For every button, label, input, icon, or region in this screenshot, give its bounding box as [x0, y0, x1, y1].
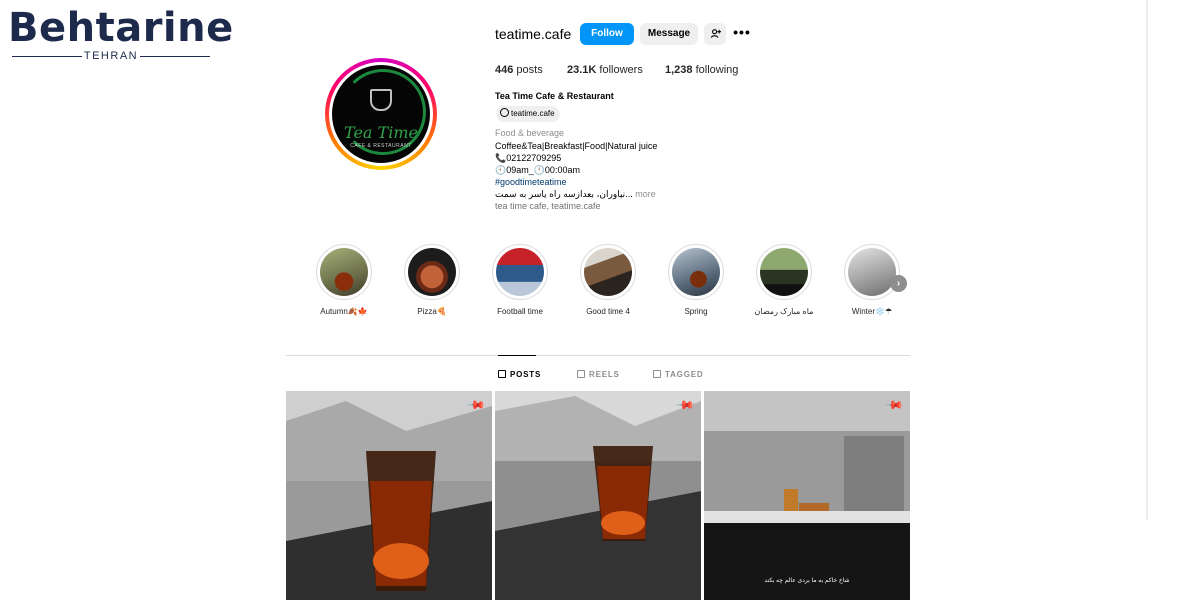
bio-phone: 📞02122709295	[495, 153, 562, 163]
logo-subtitle: TEHRAN	[12, 50, 210, 62]
followers-count: 23.1K	[567, 64, 597, 76]
tab-label: POSTS	[510, 370, 542, 379]
posts-count: 446	[495, 64, 514, 76]
bio-address: نیاوران، بعدازسه راه یاسر به سمت...	[495, 189, 633, 199]
followers-stat[interactable]: 23.1K followers	[567, 64, 643, 76]
post-thumbnail[interactable]: 📌	[286, 391, 492, 600]
threads-icon	[500, 108, 509, 117]
highlight-item[interactable]: Spring	[658, 244, 734, 316]
post-image	[286, 391, 492, 600]
suggested-accounts-button[interactable]	[704, 23, 726, 45]
bio-hours: 🕘09am_🕛00:00am	[495, 165, 580, 175]
highlight-label: Autumn🍂🍁	[320, 307, 368, 316]
highlight-label: Pizza🍕	[417, 307, 447, 316]
post-thumbnail[interactable]: 📌 شاخ خاکم به ما بردی عالم چه بکند	[704, 391, 910, 600]
bio-line: Coffee&Tea|Breakfast|Food|Natural juice	[495, 141, 658, 151]
highlight-item[interactable]: Football time	[482, 244, 558, 316]
highlight-label: ماه مبارک رمضان	[754, 307, 814, 316]
tab-label: REELS	[589, 370, 620, 379]
highlight-thumbnail	[672, 248, 720, 296]
following-label: following	[695, 64, 739, 76]
tab-reels[interactable]: REELS	[577, 370, 620, 379]
highlight-label: Winter❄️☂	[851, 307, 893, 316]
bio-hashtag-link[interactable]: #goodtimeteatime	[495, 176, 657, 188]
post-thumbnail[interactable]: 📌	[495, 391, 701, 600]
following-stat[interactable]: 1,238 following	[665, 64, 738, 76]
tabs-divider	[286, 355, 910, 356]
highlight-label: Football time	[497, 307, 543, 316]
tagged-icon	[653, 370, 661, 378]
highlight-thumbnail	[320, 248, 368, 296]
more-options-icon[interactable]: •••	[732, 25, 752, 43]
highlight-thumbnail	[760, 248, 808, 296]
highlight-thumbnail	[408, 248, 456, 296]
logo-wordmark: Behtarine	[8, 5, 234, 51]
highlight-item[interactable]: Good time 4	[570, 244, 646, 316]
bio-mutual-links[interactable]: tea time cafe, teatime.cafe	[495, 200, 657, 212]
followers-label: followers	[599, 64, 643, 76]
post-image	[704, 391, 910, 600]
tab-tagged[interactable]: TAGGED	[653, 370, 703, 379]
tab-label: TAGGED	[665, 370, 704, 379]
tab-posts[interactable]: POSTS	[498, 370, 541, 379]
post-caption: شاخ خاکم به ما بردی عالم چه بکند	[764, 578, 850, 584]
following-count: 1,238	[665, 64, 693, 76]
chevron-right-icon[interactable]: ›	[890, 275, 907, 292]
highlight-thumbnail	[496, 248, 544, 296]
profile-avatar: Tea Time CAFE & RESTAURANT	[332, 65, 430, 163]
highlight-label: Good time 4	[586, 307, 630, 316]
highlight-item[interactable]: ماه مبارک رمضان	[746, 244, 822, 316]
follow-button[interactable]: Follow	[580, 23, 634, 45]
profile-avatar-story-ring[interactable]: Tea Time CAFE & RESTAURANT	[325, 58, 437, 170]
posts-label: posts	[516, 64, 543, 76]
post-image	[495, 391, 701, 600]
posts-stat: 446 posts	[495, 64, 543, 76]
page-edge-divider	[1146, 0, 1148, 520]
highlight-thumbnail	[584, 248, 632, 296]
reels-icon	[577, 370, 585, 378]
add-user-icon	[710, 29, 721, 38]
profile-category: Food & beverage	[495, 128, 565, 138]
threads-handle: teatime.cafe	[511, 109, 555, 118]
avatar-brand-text: Tea Time	[344, 123, 418, 142]
active-tab-indicator	[498, 355, 536, 356]
message-button[interactable]: Message	[640, 23, 698, 45]
highlight-label: Spring	[684, 307, 708, 316]
highlight-item[interactable]: Autumn🍂🍁	[306, 244, 382, 316]
avatar-brand-subtext: CAFE & RESTAURANT	[350, 143, 412, 149]
profile-bio: Coffee&Tea|Breakfast|Food|Natural juice …	[495, 140, 657, 212]
bio-more-link[interactable]: more	[633, 189, 656, 199]
profile-full-name: Tea Time Cafe & Restaurant	[495, 91, 614, 101]
highlight-thumbnail	[848, 248, 896, 296]
watermark-logo: Behtarine TEHRAN	[8, 6, 233, 64]
highlight-item[interactable]: Pizza🍕	[394, 244, 470, 316]
tea-cup-graphic	[370, 89, 392, 111]
profile-username: teatime.cafe	[495, 26, 572, 42]
threads-badge[interactable]: teatime.cafe	[496, 106, 560, 122]
grid-icon	[498, 370, 506, 378]
